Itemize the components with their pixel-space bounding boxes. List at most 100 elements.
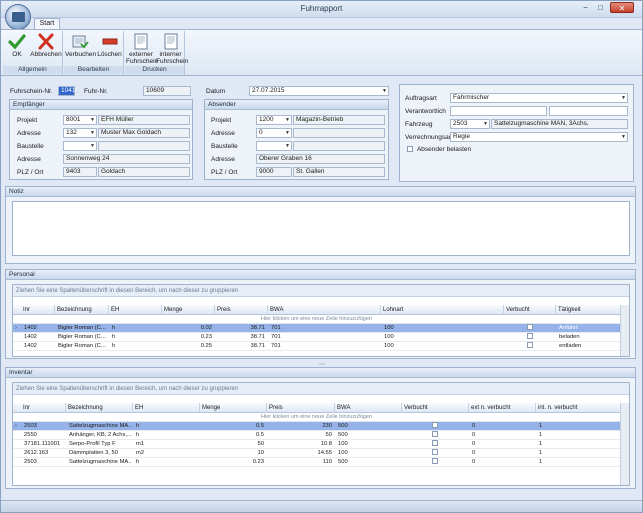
col-header-menge[interactable]: Menge <box>200 403 267 413</box>
loeschen-button[interactable]: Löschen <box>96 33 123 58</box>
cell-inr[interactable]: 2503 <box>22 422 65 431</box>
cell-eh[interactable]: h <box>110 333 160 342</box>
cell-lohnart[interactable]: 100 <box>382 324 482 333</box>
cell-bezeichnung[interactable]: Bigler Roman (C... <box>56 324 108 333</box>
minimize-button[interactable]: − <box>579 2 592 13</box>
cell-ext-verbucht[interactable]: 0 <box>470 458 530 467</box>
cell-verbucht[interactable] <box>430 422 440 431</box>
personal-group-panel[interactable]: Ziehen Sie eine Spaltenüberschrift in di… <box>13 285 629 297</box>
absender-baustelle-field[interactable]: ▼ <box>256 141 292 151</box>
absender-projekt-field[interactable]: 1200 ▼ <box>256 115 292 125</box>
fuhrschein-nr-field[interactable]: 10412 <box>58 86 75 96</box>
cell-verbucht[interactable] <box>525 324 535 333</box>
notiz-textarea[interactable] <box>12 201 630 256</box>
inventar-new-row[interactable]: Hier klicken um eine neue Zeile hinzuzuf… <box>13 413 620 422</box>
cell-taetigkeit[interactable]: entladen <box>557 342 617 351</box>
cell-menge[interactable]: 0.23 <box>201 458 266 467</box>
col-header-menge[interactable]: Menge <box>162 305 215 315</box>
cell-preis[interactable]: 10.8 <box>268 440 334 449</box>
cell-inr[interactable]: 1402 <box>22 342 54 351</box>
cell-bwa[interactable]: 100 <box>336 440 396 449</box>
col-header-taetigkeit[interactable]: Tätigkeit <box>556 305 622 315</box>
table-row[interactable]: 37181.111001 Serpo-Profil Typ F m1 50 10… <box>13 440 620 449</box>
table-row[interactable]: 2503 Sattelzugmaschine MA... h 0.23 110 … <box>13 458 620 467</box>
cell-menge[interactable]: 0.25 <box>163 342 214 351</box>
table-row[interactable]: 1402 Bigler Roman (C... h 0.25 38.71 701… <box>13 342 620 351</box>
maximize-button[interactable]: □ <box>594 2 607 13</box>
cell-bwa[interactable]: 701 <box>269 333 369 342</box>
cell-eh[interactable]: h <box>110 324 160 333</box>
abbrechen-button[interactable]: Abbrechen <box>30 33 62 58</box>
verbuchen-button[interactable]: Verbuchen <box>65 33 96 58</box>
cell-eh[interactable]: h <box>134 422 194 431</box>
cell-taetigkeit[interactable]: beladen <box>557 333 617 342</box>
cell-bwa[interactable]: 701 <box>269 342 369 351</box>
externer-fuhrschein-button[interactable]: externer Fuhrschein <box>126 33 158 65</box>
table-row[interactable]: 1402 Bigler Roman (C... h 0.23 38.71 701… <box>13 333 620 342</box>
cell-ext-verbucht[interactable]: 0 <box>470 449 530 458</box>
col-header-bwa[interactable]: BWA <box>268 305 381 315</box>
personal-scrollbar[interactable] <box>620 305 629 356</box>
personal-new-row[interactable]: Hier klicken um eine neue Zeile hinzuzuf… <box>13 315 620 324</box>
cell-menge[interactable]: 0.5 <box>201 422 266 431</box>
col-header-inr[interactable]: Inr <box>21 403 66 413</box>
cell-taetigkeit[interactable]: Anfahrt <box>557 324 617 333</box>
col-header-bezeichnung[interactable]: Bezeichnung <box>66 403 133 413</box>
cell-ext-verbucht[interactable]: 0 <box>470 431 530 440</box>
col-header-lohnart[interactable]: Lohnart <box>381 305 504 315</box>
cell-bwa[interactable]: 100 <box>336 449 396 458</box>
cell-inr[interactable]: 1402 <box>22 333 54 342</box>
cell-verbucht[interactable] <box>430 440 440 449</box>
cell-int-verbucht[interactable]: 1 <box>537 449 597 458</box>
cell-bwa[interactable]: 500 <box>336 458 396 467</box>
cell-verbucht[interactable] <box>525 333 535 342</box>
auftragsart-field[interactable]: Fahrmischer ▼ <box>450 93 628 103</box>
cell-lohnart[interactable]: 100 <box>382 333 482 342</box>
table-row[interactable]: 2550 Anhänger, KB, 2 Achs,... h 0.5 50 5… <box>13 431 620 440</box>
cell-int-verbucht[interactable]: 1 <box>537 458 597 467</box>
cell-lohnart[interactable]: 100 <box>382 342 482 351</box>
cell-eh[interactable]: h <box>110 342 160 351</box>
cell-eh[interactable]: h <box>134 431 194 440</box>
col-header-verbucht[interactable]: Verbucht <box>402 403 469 413</box>
cell-int-verbucht[interactable]: 1 <box>537 440 597 449</box>
cell-bezeichnung[interactable]: Bigler Roman (C... <box>56 342 108 351</box>
verantwortlich-name-field[interactable] <box>549 106 628 116</box>
col-header-bwa[interactable]: BWA <box>335 403 402 413</box>
absender-belasten-checkbox[interactable]: Absender belasten <box>407 146 471 153</box>
cell-ext-verbucht[interactable]: 0 <box>470 440 530 449</box>
col-header-int-verbucht[interactable]: int. n. verbucht <box>536 403 622 413</box>
col-header-verbucht[interactable]: Verbucht <box>504 305 556 315</box>
cell-bezeichnung[interactable]: Sattelzugmaschine MA... <box>67 422 132 431</box>
cell-bezeichnung[interactable]: Serpo-Profil Typ F <box>67 440 132 449</box>
close-button[interactable]: ✕ <box>610 2 634 13</box>
inventar-scrollbar[interactable] <box>620 403 629 485</box>
cell-int-verbucht[interactable]: 1 <box>537 431 597 440</box>
cell-inr[interactable]: 2550 <box>22 431 65 440</box>
cell-int-verbucht[interactable]: 1 <box>537 422 597 431</box>
cell-inr[interactable]: 2612.163 <box>22 449 65 458</box>
cell-inr[interactable]: 37181.111001 <box>22 440 65 449</box>
empfaenger-projekt-field[interactable]: 8001 ▼ <box>63 115 97 125</box>
cell-menge[interactable]: 0.23 <box>163 333 214 342</box>
cell-preis[interactable]: 38.71 <box>216 324 267 333</box>
empfaenger-baustelle-field[interactable]: ▼ <box>63 141 97 151</box>
inventar-group-panel[interactable]: Ziehen Sie eine Spaltenüberschrift in di… <box>13 383 629 395</box>
cell-menge[interactable]: 10 <box>201 449 266 458</box>
tab-start[interactable]: Start <box>34 18 60 29</box>
cell-bezeichnung[interactable]: Anhänger, KB, 2 Achs,... <box>67 431 132 440</box>
cell-eh[interactable]: h <box>134 458 194 467</box>
cell-preis[interactable]: 38.71 <box>216 333 267 342</box>
cell-bwa[interactable]: 701 <box>269 324 369 333</box>
table-row[interactable]: › 1402 Bigler Roman (C... h 0.02 38.71 7… <box>13 324 620 333</box>
ok-button[interactable]: OK <box>7 33 27 58</box>
cell-preis[interactable]: 50 <box>268 431 334 440</box>
cell-verbucht[interactable] <box>525 342 535 351</box>
cell-verbucht[interactable] <box>430 431 440 440</box>
col-header-eh[interactable]: EH <box>109 305 162 315</box>
col-header-bezeichnung[interactable]: Bezeichnung <box>55 305 109 315</box>
cell-eh[interactable]: m2 <box>134 449 194 458</box>
table-row[interactable]: 2612.163 Dämmplatten 3, 50 m2 10 14.55 1… <box>13 449 620 458</box>
fahrzeug-field[interactable]: 2503 ▼ <box>450 119 490 129</box>
absender-adresse-field[interactable]: 0 ▼ <box>256 128 292 138</box>
